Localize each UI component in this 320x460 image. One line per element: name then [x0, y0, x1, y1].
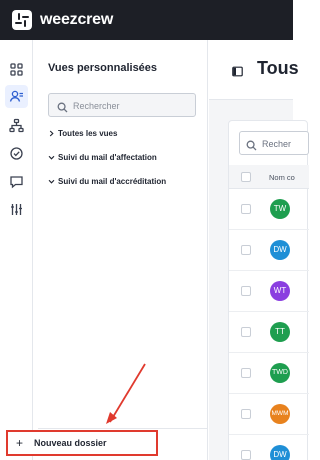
- table-row[interactable]: DW: [229, 435, 309, 460]
- views-search-input[interactable]: [73, 98, 191, 113]
- page-title: Tous: [257, 58, 299, 78]
- row-checkbox[interactable]: [241, 368, 251, 378]
- new-folder-label: Nouveau dossier: [34, 438, 107, 448]
- brand-name: weezcrew: [40, 11, 114, 28]
- dashboard-grid-icon[interactable]: [9, 62, 24, 77]
- search-icon: [57, 100, 68, 118]
- row-checkbox[interactable]: [241, 245, 251, 255]
- chevron-right-icon: [48, 130, 55, 139]
- avatar: TT: [270, 322, 290, 342]
- panel-title: Vues personnalisées: [48, 62, 158, 74]
- table-header: Nom co: [229, 165, 309, 189]
- avatar: DW: [270, 240, 290, 260]
- row-checkbox[interactable]: [241, 450, 251, 460]
- search-icon: [246, 138, 257, 156]
- plus-icon: +: [16, 436, 24, 450]
- main-header: Tous: [209, 40, 299, 100]
- column-header-name[interactable]: Nom co: [269, 173, 295, 182]
- table-row[interactable]: TWD: [229, 353, 309, 394]
- avatar: TW: [270, 199, 290, 219]
- chevron-down-icon: [48, 178, 55, 187]
- new-folder-button[interactable]: + Nouveau dossier: [6, 430, 158, 456]
- row-checkbox[interactable]: [241, 409, 251, 419]
- users-icon[interactable]: [5, 85, 28, 108]
- nav-rail: [0, 40, 33, 460]
- annotation-arrow-icon: [106, 363, 146, 424]
- chevron-down-icon: [48, 154, 55, 163]
- tree-item-label: Suivi du mail d'accréditation: [58, 177, 167, 186]
- top-bar: weezcrew: [0, 0, 293, 40]
- row-checkbox[interactable]: [241, 204, 251, 214]
- weezcrew-logo-icon[interactable]: [12, 10, 32, 30]
- table-row[interactable]: DW: [229, 230, 309, 271]
- main-content: Tous Nom co TW DW WT: [209, 40, 309, 460]
- avatar: DW: [270, 445, 290, 460]
- table-row[interactable]: TW: [229, 189, 309, 230]
- row-checkbox[interactable]: [241, 327, 251, 337]
- avatar: WT: [270, 281, 290, 301]
- check-circle-icon[interactable]: [9, 146, 24, 161]
- row-checkbox[interactable]: [241, 286, 251, 296]
- avatar: TWD: [270, 363, 290, 383]
- table-search-input[interactable]: [262, 136, 308, 151]
- org-chart-icon[interactable]: [9, 118, 24, 133]
- sidebar-toggle-icon[interactable]: [232, 64, 243, 82]
- select-all-checkbox[interactable]: [241, 172, 251, 182]
- table-search-box[interactable]: [239, 131, 309, 155]
- chat-icon[interactable]: [9, 174, 24, 189]
- views-search-box[interactable]: [48, 93, 196, 117]
- tree-item-label: Toutes les vues: [58, 129, 118, 138]
- tree-item-label: Suivi du mail d'affectation: [58, 153, 157, 162]
- settings-sliders-icon[interactable]: [9, 202, 24, 217]
- table-card: Nom co TW DW WT TT TWD MWM DW: [228, 120, 309, 460]
- avatar: MWM: [270, 404, 290, 424]
- table-row[interactable]: WT: [229, 271, 309, 312]
- table-row[interactable]: MWM: [229, 394, 309, 435]
- table-row[interactable]: TT: [229, 312, 309, 353]
